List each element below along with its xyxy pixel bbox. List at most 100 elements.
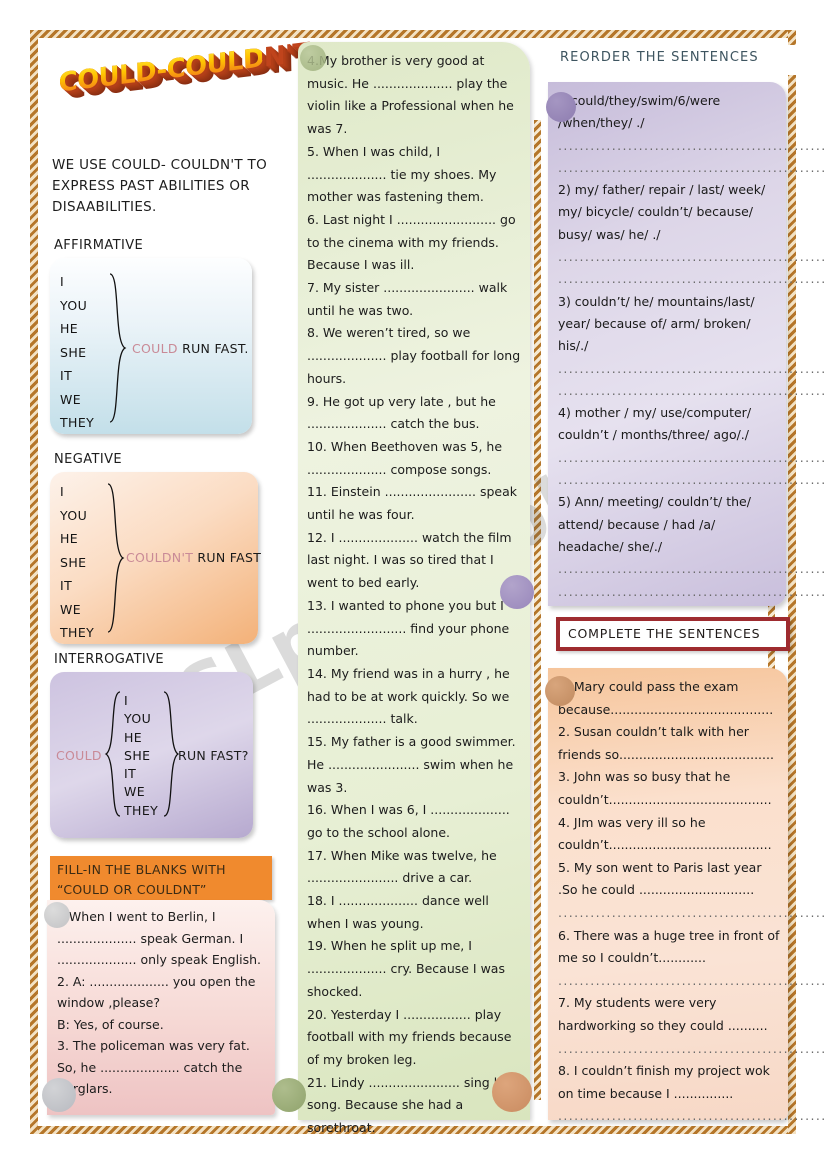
- affirmative-rule: COULD RUN FAST.: [132, 341, 249, 356]
- practice-item: 12. I .................... watch the fil…: [307, 529, 512, 591]
- fill-in-banner-text: FILL-IN THE BLANKS WITH “COULD OR COULDN…: [57, 860, 271, 900]
- page-title: COULD-COULDN'T COULD-COULDN'T: [58, 38, 310, 124]
- decorative-circle-purple: [546, 92, 576, 122]
- negative-heading: NEGATIVE: [54, 452, 122, 467]
- complete-box: 1. Mary could pass the exam because.....…: [548, 668, 826, 1123]
- complete-item: 1. Mary could pass the exam because.....…: [558, 679, 774, 717]
- affirmative-box: AFFIRMATIVE I YOU HE SHE IT WE THEY COUL…: [50, 238, 252, 434]
- reorder-answer-line[interactable]: ........................................…: [558, 581, 826, 603]
- negative-rest: RUN FAST: [193, 550, 262, 565]
- complete-item: 4. JIm was very ill so he couldn’t......…: [558, 814, 772, 853]
- reorder-answer-line[interactable]: ........................................…: [558, 246, 826, 268]
- reorder-answer-line[interactable]: ........................................…: [558, 558, 826, 580]
- reorder-answer-line[interactable]: ........................................…: [558, 135, 826, 157]
- practice-item: 11. Einstein ....................... spe…: [307, 484, 518, 523]
- interrogative-rest: RUN FAST?: [178, 748, 249, 763]
- complete-items: 1. Mary could pass the exam because.....…: [558, 676, 826, 1128]
- interrogative-brace-left: [104, 691, 121, 817]
- interrogative-brace-right: [163, 691, 180, 817]
- border-top: [30, 30, 796, 38]
- reorder-item: 4) mother / my/ use/computer/ couldn’t /…: [558, 405, 752, 443]
- decorative-circle-grey: [42, 1078, 76, 1112]
- practice-item: 15. My father is a good swimmer. He ....…: [307, 734, 516, 795]
- worksheet-page: ESLprintables.com COULD-COULDN'T COULD-C…: [0, 0, 826, 1169]
- negative-pronouns: I YOU HE SHE IT WE THEY: [60, 484, 95, 640]
- reorder-heading: REORDER THE SENTENCES: [552, 45, 796, 75]
- complete-heading: COMPLETE THE SENTENCES: [556, 617, 790, 651]
- fill-in-item: 1.When I went to Berlin, I .............…: [57, 909, 261, 967]
- complete-answer-line[interactable]: ........................................…: [558, 902, 826, 925]
- complete-item: 5. My son went to Paris last year .So he…: [558, 859, 762, 898]
- complete-item: 3. John was so busy that he couldn’t....…: [558, 769, 772, 807]
- interrogative-pronouns: I YOU HE SHE IT WE THEY: [124, 693, 159, 818]
- reorder-item: 2) my/ father/ repair / last/ week/ my/ …: [558, 182, 766, 242]
- complete-item: 8. I couldn’t finish my project wok on t…: [558, 1063, 770, 1101]
- fill-in-banner: FILL-IN THE BLANKS WITH “COULD OR COULDN…: [50, 856, 272, 900]
- practice-item: 8. We weren’t tired, so we .............…: [307, 325, 521, 386]
- practice-item: 21. Lindy ....................... sing h…: [307, 1074, 515, 1136]
- page-title-face: COULD-COULDN'T: [58, 37, 310, 99]
- decorative-circle-fillbox: [44, 902, 70, 928]
- complete-answer-line[interactable]: ........................................…: [558, 1038, 826, 1061]
- reorder-answer-line[interactable]: ........................................…: [558, 268, 826, 290]
- border-left: [30, 30, 38, 1134]
- practice-item: 14. My friend was in a hurry , he had to…: [307, 665, 510, 727]
- reorder-answer-line[interactable]: ........................................…: [558, 447, 826, 469]
- fill-in-items: 1.When I went to Berlin, I .............…: [57, 906, 269, 1100]
- fill-in-banner-line2: “COULD OR COULDNT”: [57, 882, 207, 897]
- practice-item: 20. Yesterday I ................. play f…: [307, 1006, 512, 1067]
- negative-box: NEGATIVE I YOU HE SHE IT WE THEY COULDN'…: [50, 452, 261, 644]
- complete-item: 2. Susan couldn’t talk with her friends …: [558, 724, 774, 762]
- affirmative-rest: RUN FAST.: [177, 341, 249, 356]
- reorder-item: 3) couldn’t/ he/ mountains/last/ year/ b…: [558, 293, 755, 354]
- column-divider-left: [534, 120, 541, 1100]
- decorative-circle-green-low: [272, 1078, 306, 1112]
- border-right: [788, 30, 796, 1134]
- negative-keyword: COULDN'T: [126, 550, 194, 565]
- practice-item: 18. I .................... dance well wh…: [307, 893, 489, 931]
- complete-item: 7. My students were very hardworking so …: [558, 995, 768, 1033]
- practice-item: 19. When he split up me, I .............…: [307, 938, 505, 999]
- fill-in-box: 1.When I went to Berlin, I .............…: [47, 900, 275, 1115]
- reorder-box: 1)could/they/swim/6/were /when/they/ ./ …: [548, 82, 826, 606]
- practice-item: 7. My sister ....................... wal…: [307, 280, 508, 318]
- complete-heading-text: COMPLETE THE SENTENCES: [568, 626, 761, 641]
- reorder-heading-text: REORDER THE SENTENCES: [560, 50, 759, 65]
- complete-answer-line[interactable]: ........................................…: [558, 1105, 826, 1128]
- interrogative-keyword: COULD: [56, 748, 102, 763]
- interrogative-heading: INTERROGATIVE: [54, 652, 165, 667]
- fill-in-item: B: Yes, of course.: [57, 1016, 164, 1032]
- decorative-circle-orange: [545, 676, 575, 706]
- negative-rule: COULDN'T RUN FAST: [126, 550, 261, 565]
- practice-item: 6. Last night I ........................…: [307, 211, 516, 273]
- reorder-answer-line[interactable]: ........................................…: [558, 358, 826, 380]
- fill-in-item: 2. A: .................... you open the …: [57, 973, 256, 1011]
- reorder-answer-line[interactable]: ........................................…: [558, 469, 826, 491]
- decorative-circle-green-top: [300, 45, 326, 71]
- practice-item: 13. I wanted to phone you but I ........…: [307, 597, 510, 659]
- practice-item: 9. He got up very late , but he ........…: [307, 393, 496, 432]
- negative-brace: [107, 483, 125, 633]
- interrogative-keyword-wrap: COULD: [56, 748, 102, 763]
- reorder-item: 1)could/they/swim/6/were /when/they/ ./: [558, 93, 721, 131]
- practice-item: 4.My brother is very good at music. He .…: [307, 53, 514, 137]
- intro-text: WE USE COULD- COULDN'T TO EXPRESS PAST A…: [52, 157, 268, 215]
- affirmative-keyword: COULD: [132, 341, 178, 356]
- fill-in-item: 3. The policeman was very fat. So, he ..…: [57, 1038, 250, 1096]
- complete-item: 6. There was a huge tree in front of me …: [558, 927, 780, 966]
- practice-exercises-box: 4.My brother is very good at music. He .…: [298, 42, 530, 1135]
- complete-answer-line[interactable]: ........................................…: [558, 970, 826, 993]
- reorder-item: 5) Ann/ meeting/ couldn’t/ the/ attend/ …: [558, 494, 751, 554]
- fill-in-banner-line1: FILL-IN THE BLANKS WITH: [57, 862, 226, 877]
- decorative-circle-purple-low: [500, 575, 534, 609]
- practice-item: 16. When I was 6, I ....................…: [307, 802, 510, 840]
- practice-items: 4.My brother is very good at music. He .…: [307, 50, 523, 1140]
- affirmative-heading: AFFIRMATIVE: [54, 238, 144, 253]
- reorder-answer-line[interactable]: ........................................…: [558, 157, 826, 179]
- affirmative-pronouns: I YOU HE SHE IT WE THEY: [60, 274, 95, 430]
- practice-item: 5. When I was child, I .................…: [307, 143, 497, 205]
- practice-item: 17. When Mike was twelve, he ...........…: [307, 847, 497, 886]
- reorder-answer-line[interactable]: ........................................…: [558, 380, 826, 402]
- reorder-items: 1)could/they/swim/6/were /when/they/ ./ …: [558, 90, 826, 603]
- practice-item: 10. When Beethoven was 5, he ...........…: [307, 438, 503, 477]
